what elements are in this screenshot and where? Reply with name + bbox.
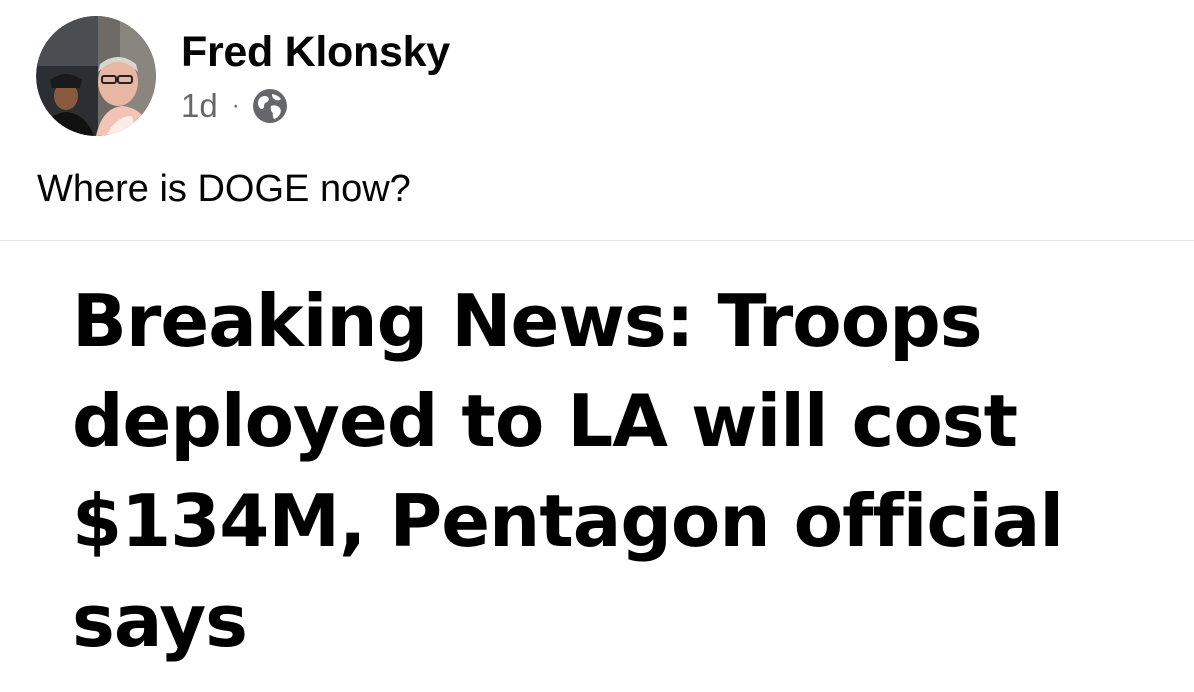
attached-image[interactable]: Breaking News: Troops deployed to LA wil… (0, 241, 1194, 692)
headline-line: Breaking News: Troops (72, 279, 983, 363)
author-avatar[interactable] (36, 16, 156, 136)
meta-separator: · (231, 92, 240, 119)
post-meta: 1d · (181, 86, 450, 126)
profile-photo-icon (36, 16, 156, 136)
author-block: Fred Klonsky 1d · (181, 16, 450, 126)
post-timestamp[interactable]: 1d (181, 86, 218, 126)
headline-line: says (72, 579, 248, 663)
headline-line: deployed to LA will cost (72, 379, 1018, 463)
post-text: Where is DOGE now? (37, 168, 411, 210)
post-header: Fred Klonsky 1d · (36, 16, 450, 136)
headline: Breaking News: Troops deployed to LA wil… (72, 271, 1182, 671)
headline-line: $134M, Pentagon official (72, 479, 1064, 563)
author-name[interactable]: Fred Klonsky (181, 28, 450, 76)
globe-icon[interactable] (252, 88, 288, 124)
